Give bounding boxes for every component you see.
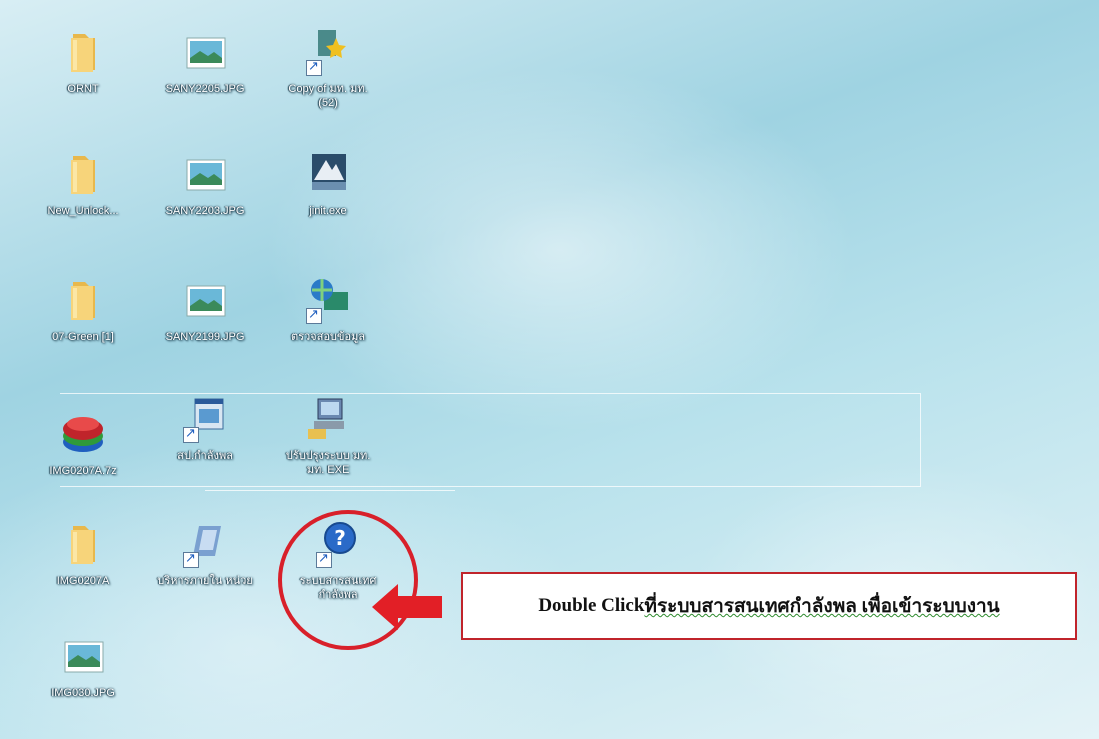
desktop-icon-ornt[interactable]: ORNT — [35, 28, 131, 96]
icon-label: New_Unlock... — [47, 205, 119, 217]
desktop-icon-sany2203[interactable]: SANY2203.JPG — [157, 150, 253, 218]
image-file-icon — [59, 632, 107, 680]
icon-label: ปรับปรุงระบบ มท. มท. EXE — [285, 450, 371, 476]
image-file-icon — [181, 28, 229, 76]
desktop-icon-img0207a-7z[interactable]: IMG0207A.7z — [35, 410, 131, 478]
icon-label: SANY2199.JPG — [165, 331, 245, 343]
setup-computer-icon — [304, 395, 352, 443]
desktop-icon-sany2199[interactable]: SANY2199.JPG — [157, 276, 253, 344]
desktop-icon-07-green[interactable]: 07-Green [1] — [35, 276, 131, 344]
desktop-icon-setup-exe[interactable]: ปรับปรุงระบบ มท. มท. EXE — [280, 395, 376, 477]
instruction-callout: Double Click ที่ระบบสารสนเทศกำลังพล เพื่… — [461, 572, 1077, 640]
star-shortcut-icon — [304, 28, 352, 76]
icon-label: ORNT — [67, 83, 99, 95]
image-file-icon — [181, 150, 229, 198]
desktop-icon-internal-admin[interactable]: บริหารภายใน หน่วย — [157, 520, 253, 588]
desktop-icon-check-data[interactable]: ตรวจสอบข้อมูล — [280, 276, 376, 344]
icon-label: SANY2205.JPG — [165, 83, 245, 95]
icon-label: บริหารภายใน หน่วย — [157, 575, 253, 587]
application-window-icon — [181, 395, 229, 443]
application-shortcut-icon — [181, 520, 229, 568]
icon-label: IMG0207A — [56, 575, 110, 587]
icon-label: 07-Green [1] — [52, 331, 114, 343]
icon-label: ตรวจสอบข้อมูล — [290, 331, 366, 343]
callout-text: ที่ระบบสารสนเทศกำลังพล เพื่อเข้าระบบงาน — [644, 596, 1000, 617]
folder-icon — [59, 276, 107, 324]
folder-icon — [59, 150, 107, 198]
icon-label: Copy of มท. มท.(52) — [288, 83, 368, 109]
icon-label: jinit.exe — [309, 205, 347, 217]
image-file-icon — [181, 276, 229, 324]
desktop-icon-img0207a[interactable]: IMG0207A — [35, 520, 131, 588]
desktop-icon-sp-personnel[interactable]: สป.กำลังพล — [157, 395, 253, 463]
icon-label: SANY2203.JPG — [165, 205, 245, 217]
shortcut-arrow-icon — [183, 426, 199, 443]
folder-icon — [59, 28, 107, 76]
shortcut-arrow-icon — [183, 551, 199, 568]
shortcut-arrow-icon — [306, 59, 322, 76]
archive-icon — [59, 410, 107, 458]
desktop-icon-jinit[interactable]: jinit.exe — [280, 150, 376, 218]
callout-prefix: Double Click — [538, 595, 645, 616]
icon-label: IMG030.JPG — [51, 687, 115, 699]
icon-label: IMG0207A.7z — [49, 465, 117, 477]
desktop-icon-copy-of[interactable]: Copy of มท. มท.(52) — [280, 28, 376, 110]
shortcut-arrow-icon — [306, 307, 322, 324]
icon-label: สป.กำลังพล — [177, 450, 233, 462]
executable-icon — [304, 150, 352, 198]
pointer-arrow-icon — [372, 584, 442, 630]
network-globe-icon — [304, 276, 352, 324]
desktop-icon-new-unlock[interactable]: New_Unlock... — [35, 150, 131, 218]
folder-icon — [59, 520, 107, 568]
desktop-icon-sany2205[interactable]: SANY2205.JPG — [157, 28, 253, 96]
wallpaper-frame-line — [205, 490, 455, 491]
desktop-icon-img030[interactable]: IMG030.JPG — [35, 632, 131, 700]
